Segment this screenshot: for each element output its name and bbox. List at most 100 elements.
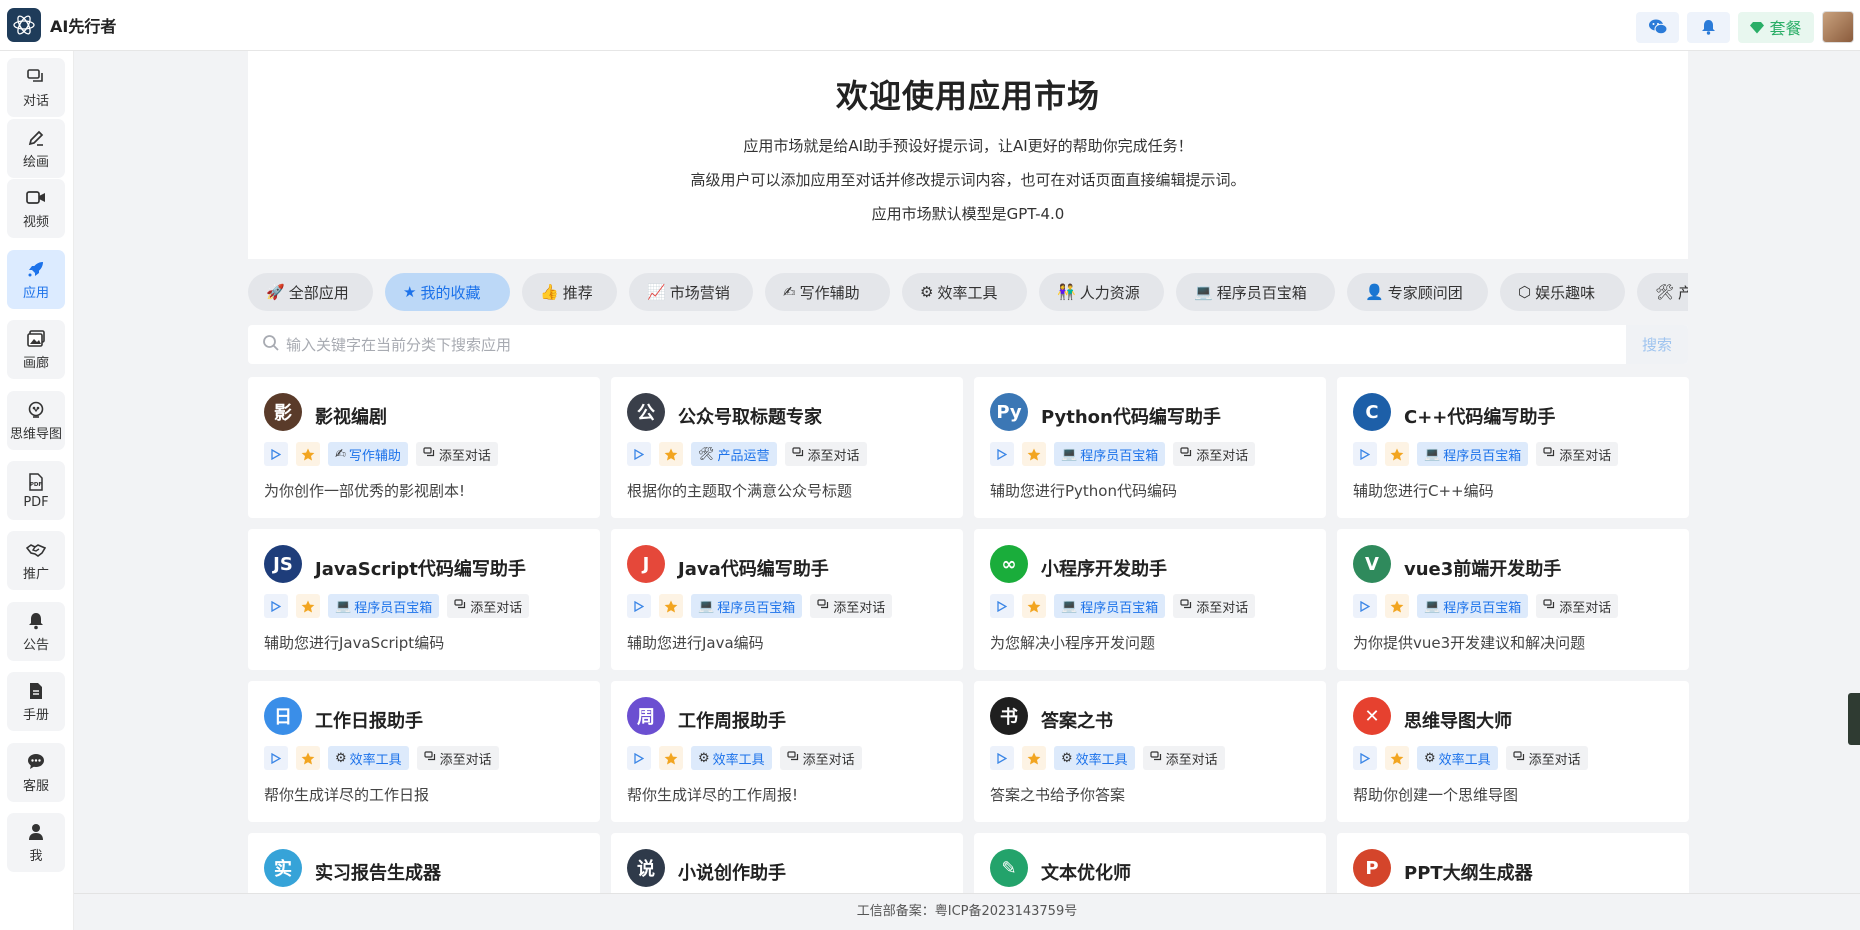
sidebar-item-2[interactable]: 视频 <box>7 179 65 238</box>
star-icon[interactable] <box>1022 594 1046 618</box>
app-card[interactable]: Vvue3前端开发助手 💻 程序员百宝箱 添至对话 为你提供vue3开发建议和解决问题 <box>1337 529 1689 670</box>
notification-button[interactable] <box>1687 11 1730 43</box>
category-tab[interactable]: 🚀 全部应用 <box>248 273 373 311</box>
category-tab[interactable]: 👤 专家顾问团 <box>1347 273 1488 311</box>
add-to-chat-button[interactable]: 添至对话 <box>1173 442 1256 466</box>
play-icon[interactable] <box>264 746 288 770</box>
plan-button[interactable]: 套餐 <box>1738 11 1814 43</box>
play-icon[interactable] <box>264 442 288 466</box>
sidebar-item-3[interactable]: 应用 <box>7 250 65 309</box>
category-tag-icon: 💻 <box>335 598 352 614</box>
add-to-chat-label: 添至对话 <box>470 600 523 616</box>
category-tab[interactable]: ✍ 写作辅助 <box>765 273 890 311</box>
play-icon[interactable] <box>627 746 651 770</box>
add-to-chat-button[interactable]: 添至对话 <box>447 594 530 618</box>
add-to-chat-button[interactable]: 添至对话 <box>779 746 862 770</box>
play-icon[interactable] <box>1353 594 1377 618</box>
app-card[interactable]: C C++代码编写助手 💻 程序员百宝箱 添至对话 辅助您进行C++编码 <box>1337 377 1689 518</box>
category-tab[interactable]: 💻 程序员百宝箱 <box>1176 273 1335 311</box>
app-card[interactable]: 周 工作周报助手 ⚙ 效率工具 添至对话 帮你生成详尽的工作周报! <box>611 681 963 822</box>
sidebar-item-7[interactable]: 推广 <box>7 531 65 590</box>
category-tag[interactable]: 💻 程序员百宝箱 <box>1054 442 1166 466</box>
search-button[interactable]: 搜索 <box>1626 325 1688 364</box>
add-to-chat-button[interactable]: 添至对话 <box>1142 746 1225 770</box>
star-icon[interactable] <box>1385 594 1409 618</box>
app-card[interactable]: JS JavaScript代码编写助手 💻 程序员百宝箱 添至对话 辅助您进行JavaSc… <box>248 529 600 670</box>
category-tag[interactable]: ⚙ 效率工具 <box>328 746 409 770</box>
add-to-chat-button[interactable]: 添至对话 <box>1536 442 1619 466</box>
category-tab[interactable]: ⚙ 效率工具 <box>902 273 1027 311</box>
star-icon[interactable] <box>296 746 320 770</box>
star-icon[interactable] <box>1022 442 1046 466</box>
add-to-chat-button[interactable]: 添至对话 <box>415 442 498 466</box>
play-icon[interactable] <box>1353 442 1377 466</box>
star-icon[interactable] <box>296 594 320 618</box>
category-tag[interactable]: ⚙ 效率工具 <box>691 746 772 770</box>
app-card[interactable]: 公 公众号取标题专家 🛠 产品运营 添至对话 根据你的主题取个满意公众号标题 <box>611 377 963 518</box>
app-card[interactable]: 日 工作日报助手 ⚙ 效率工具 添至对话 帮你生成详尽的工作日报 <box>248 681 600 822</box>
category-tag[interactable]: ✍ 写作辅助 <box>328 442 408 466</box>
sidebar-item-6[interactable]: PDF PDF <box>7 461 65 520</box>
wechat-button[interactable] <box>1636 11 1679 43</box>
category-tag[interactable]: ⚙ 效率工具 <box>1417 746 1498 770</box>
sidebar-item-0[interactable]: 对话 <box>7 58 65 117</box>
user-avatar[interactable] <box>1822 11 1854 43</box>
star-icon[interactable] <box>659 594 683 618</box>
chat-icon <box>1150 750 1162 766</box>
app-card[interactable]: 影 影视编剧 ✍ 写作辅助 添至对话 为你创作一部优秀的影视剧本! <box>248 377 600 518</box>
sidebar-item-1[interactable]: 绘画 <box>7 119 65 178</box>
star-icon[interactable] <box>1022 746 1046 770</box>
category-label: 娱乐趣味 <box>1535 283 1596 302</box>
add-to-chat-button[interactable]: 添至对话 <box>1505 746 1588 770</box>
sidebar-item-4[interactable]: 画廊 <box>7 320 65 379</box>
category-tag[interactable]: ⚙ 效率工具 <box>1054 746 1135 770</box>
play-icon[interactable] <box>264 594 288 618</box>
category-tab[interactable]: 👫 人力资源 <box>1039 273 1164 311</box>
category-tag[interactable]: 💻 程序员百宝箱 <box>1417 594 1529 618</box>
star-icon[interactable] <box>1385 442 1409 466</box>
app-logo[interactable] <box>7 8 41 42</box>
category-tab[interactable]: ⬡ 娱乐趣味 <box>1500 273 1625 311</box>
star-icon[interactable] <box>659 442 683 466</box>
app-card[interactable]: 书 答案之书 ⚙ 效率工具 添至对话 答案之书给予你答案 <box>974 681 1326 822</box>
add-to-chat-button[interactable]: 添至对话 <box>784 442 867 466</box>
side-float-tab[interactable] <box>1848 693 1860 745</box>
add-to-chat-button[interactable]: 添至对话 <box>1173 594 1256 618</box>
add-to-chat-button[interactable]: 添至对话 <box>810 594 893 618</box>
category-tab[interactable]: 📈 市场营销 <box>629 273 753 311</box>
star-icon[interactable] <box>1385 746 1409 770</box>
app-card[interactable]: Py Python代码编写助手 💻 程序员百宝箱 添至对话 辅助您进行Python代码编码 <box>974 377 1326 518</box>
play-icon[interactable] <box>1353 746 1377 770</box>
app-avatar: 书 <box>990 697 1028 735</box>
category-tag[interactable]: 💻 程序员百宝箱 <box>328 594 440 618</box>
category-tab[interactable]: 🛠 产 <box>1637 273 1688 311</box>
category-tab[interactable]: 👍 推荐 <box>522 273 617 311</box>
category-tag[interactable]: 💻 程序员百宝箱 <box>691 594 803 618</box>
play-icon[interactable] <box>627 442 651 466</box>
sidebar-item-11[interactable]: 我 <box>7 813 65 872</box>
play-icon[interactable] <box>990 442 1014 466</box>
app-card[interactable]: ∞ 小程序开发助手 💻 程序员百宝箱 添至对话 为您解决小程序开发问题 <box>974 529 1326 670</box>
play-icon[interactable] <box>990 594 1014 618</box>
play-icon[interactable] <box>627 594 651 618</box>
app-card[interactable]: J Java代码编写助手 💻 程序员百宝箱 添至对话 辅助您进行Java编码 <box>611 529 963 670</box>
app-card[interactable]: ✕ 思维导图大师 ⚙ 效率工具 添至对话 帮助你创建一个思维导图 <box>1337 681 1689 822</box>
star-icon[interactable] <box>296 442 320 466</box>
category-tab[interactable]: ★ 我的收藏 <box>385 273 510 311</box>
sidebar-item-5[interactable]: 思维导图 <box>7 391 65 450</box>
play-icon[interactable] <box>990 746 1014 770</box>
sidebar-item-8[interactable]: 公告 <box>7 602 65 661</box>
sidebar-item-10[interactable]: 客服 <box>7 743 65 802</box>
sidebar-item-9[interactable]: 手册 <box>7 672 65 731</box>
category-tag[interactable]: 💻 程序员百宝箱 <box>1054 594 1166 618</box>
star-icon[interactable] <box>659 746 683 770</box>
category-tag[interactable]: 💻 程序员百宝箱 <box>1417 442 1529 466</box>
app-title: JavaScript代码编写助手 <box>315 559 526 580</box>
category-tag[interactable]: 🛠 产品运营 <box>691 442 777 466</box>
app-title: 小程序开发助手 <box>1041 559 1167 580</box>
add-to-chat-button[interactable]: 添至对话 <box>416 746 499 770</box>
add-to-chat-button[interactable]: 添至对话 <box>1536 594 1619 618</box>
chat-icon <box>1180 446 1192 462</box>
search-input[interactable] <box>286 335 1586 354</box>
footer-icp[interactable]: 工信部备案：粤ICP备2023143759号 <box>74 893 1860 930</box>
